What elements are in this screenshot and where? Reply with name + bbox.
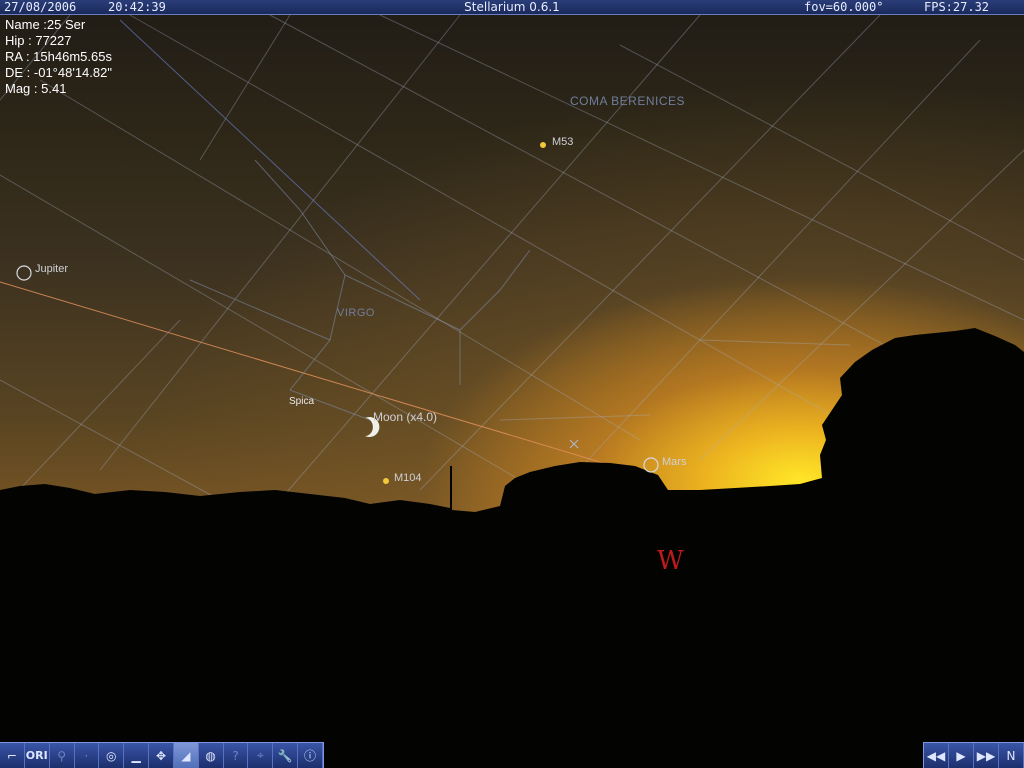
- virgo-constellation-lines: [189, 159, 531, 421]
- m104-marker[interactable]: [383, 478, 389, 484]
- m53-marker[interactable]: [540, 142, 546, 148]
- fast-forward-button[interactable]: ▶▶: [974, 743, 999, 768]
- nebula-icon: ◍: [205, 748, 216, 763]
- mars-label: Mars: [662, 456, 687, 468]
- wrench-icon: 🔧: [277, 748, 293, 763]
- spica-label: Spica: [289, 396, 315, 407]
- now-button[interactable]: N: [999, 743, 1024, 768]
- ori-icon: ORI: [25, 749, 48, 762]
- dot-icon: ·: [84, 748, 89, 763]
- info-icon: ⓘ: [304, 749, 317, 763]
- quit-button[interactable]: ⓘ: [298, 743, 323, 768]
- info-de: DE : -01°48'14.82": [5, 65, 112, 80]
- nebulas-button[interactable]: ◍: [198, 743, 224, 768]
- ground-silhouette: [0, 328, 1024, 768]
- atmosphere-button[interactable]: ◢: [173, 743, 199, 768]
- status-bar: 27/08/2006 20:42:39 Stellarium 0.6.1 fov…: [0, 0, 1024, 15]
- play-icon: ▶: [956, 748, 966, 763]
- info-hip: Hip : 77227: [5, 33, 72, 48]
- jupiter-marker[interactable]: [16, 265, 32, 281]
- jupiter-label: Jupiter: [35, 263, 69, 275]
- fps-display: FPS:27.32: [924, 0, 990, 14]
- grid-icon: ◎: [106, 748, 117, 763]
- help-button[interactable]: ?: [223, 743, 249, 768]
- rewind-button[interactable]: ◀◀: [924, 743, 949, 768]
- now-icon: N: [1006, 748, 1016, 763]
- meridian-line: [119, 19, 421, 301]
- atmosphere-icon: ◢: [181, 748, 191, 763]
- equatorial-grid-button[interactable]: ◎: [99, 743, 125, 768]
- object-info-panel: Name :25 Ser Hip : 77227 RA : 15h46m5.65…: [5, 17, 112, 97]
- info-ra: RA : 15h46m5.65s: [5, 49, 112, 64]
- coma-berenices-label: COMA BERENICES: [570, 94, 686, 108]
- rewind-icon: ◀◀: [926, 748, 946, 763]
- virgo-label: VIRGO: [337, 307, 375, 319]
- constellation-icon: ⌐: [6, 748, 17, 763]
- m104-label: M104: [394, 472, 422, 484]
- mount-icon: ⌖: [256, 748, 264, 762]
- equatorial-mount-button[interactable]: ⌖: [248, 743, 274, 768]
- m53-label: M53: [552, 136, 574, 148]
- constellation-art-button[interactable]: ⚲: [49, 743, 75, 768]
- main-toolbar: ⌐ ORI ⚲ · ◎ ▁ ✥ ◢ ◍? ⌖ 🔧 ⓘ: [0, 742, 324, 768]
- constellation-lines-button[interactable]: ⌐: [0, 743, 25, 768]
- moon-label: Moon (x4.0): [373, 410, 438, 424]
- help-icon: ?: [232, 748, 239, 763]
- ground-button[interactable]: ▁: [124, 743, 150, 768]
- configuration-button[interactable]: 🔧: [273, 743, 299, 768]
- fast-forward-icon: ▶▶: [976, 748, 996, 763]
- info-name: Name :25 Ser: [5, 17, 86, 32]
- cardinal-points-button[interactable]: ✥: [149, 743, 174, 768]
- info-mag: Mag : 5.41: [5, 81, 67, 96]
- play-button[interactable]: ▶: [949, 743, 974, 768]
- fov-display: fov=60.000°: [804, 0, 884, 14]
- mars-marker[interactable]: [643, 457, 659, 473]
- art-icon: ⚲: [57, 748, 66, 763]
- ground-icon: ▁: [131, 748, 141, 763]
- azimuth-grid-button[interactable]: ·: [74, 743, 100, 768]
- constellation-names-button[interactable]: ORI: [24, 743, 50, 768]
- ecliptic-line: [0, 281, 621, 469]
- sky-view[interactable]: [0, 0, 1024, 768]
- west-cardinal-label: W: [657, 546, 684, 576]
- selected-star-marker[interactable]: [569, 439, 579, 449]
- time-toolbar: ◀◀ ▶ ▶▶ N: [923, 742, 1024, 768]
- cardinal-icon: ✥: [155, 748, 167, 763]
